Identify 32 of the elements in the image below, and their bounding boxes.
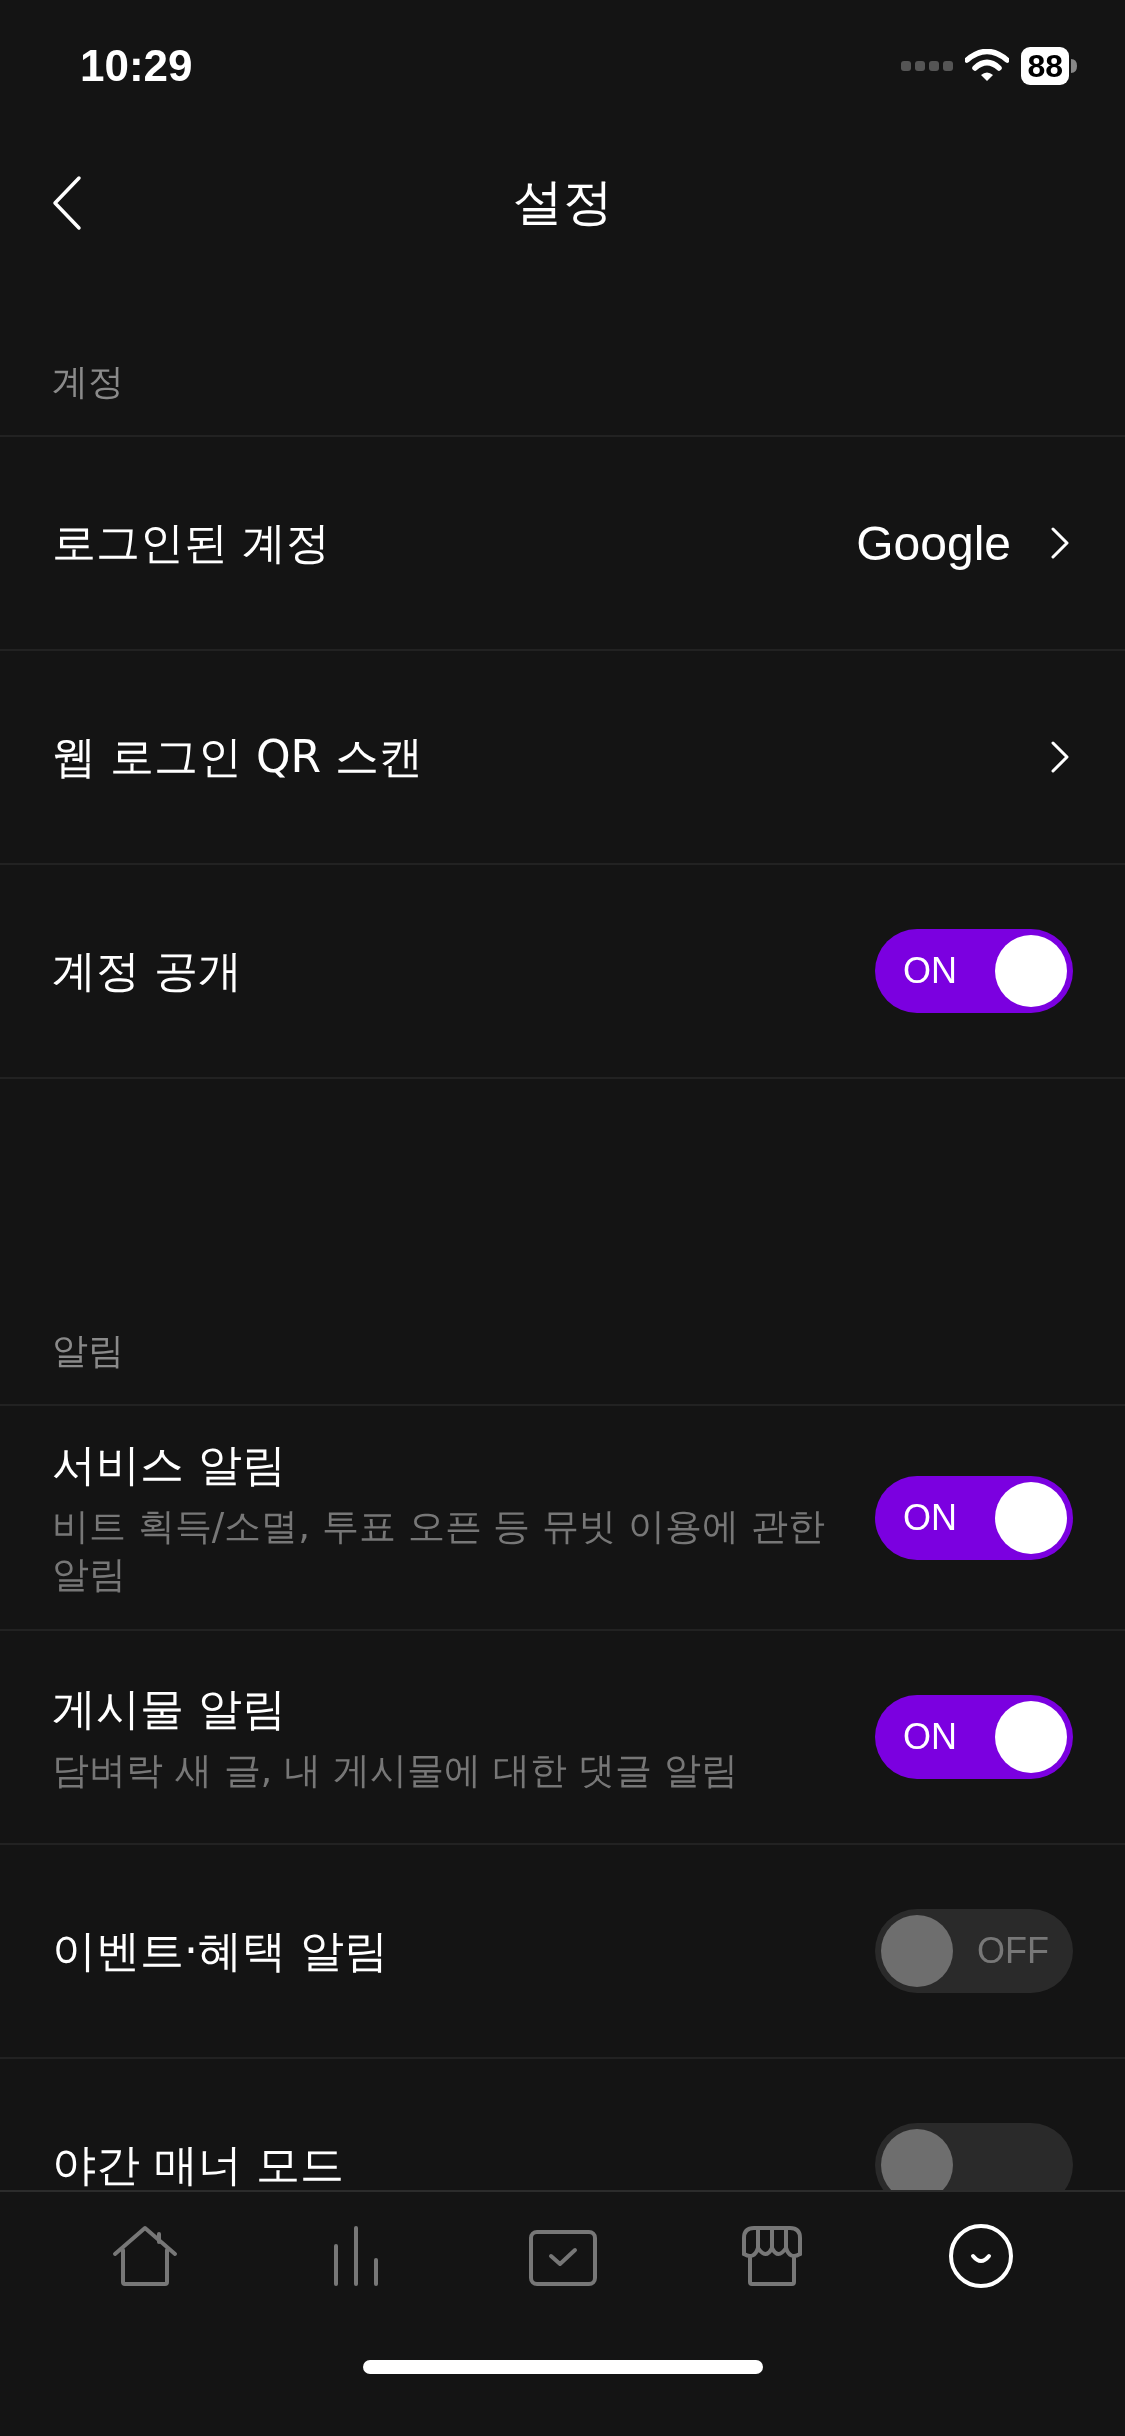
battery-tip-icon <box>1071 58 1077 73</box>
section-header: 알림 <box>52 1329 124 1373</box>
settings-row[interactable]: 계정 공개 ON <box>0 865 1125 1079</box>
settings-row[interactable]: 로그인된 계정 Google <box>0 437 1125 651</box>
chevron-right-icon <box>1051 741 1069 773</box>
row-description: 비트 획득/소멸, 투표 오픈 등 뮤빗 이용에 관한 알림 <box>52 1504 826 1599</box>
toggle-switch[interactable]: ON <box>875 929 1073 1013</box>
row-label: 로그인된 계정 <box>52 515 330 570</box>
toggle-switch[interactable]: ON <box>875 1475 1073 1560</box>
row-label: 웹 로그인 QR 스캔 <box>52 729 424 784</box>
row-label: 게시물 알림 <box>52 1681 287 1736</box>
page-title: 설정 <box>512 172 613 233</box>
status-time: 10:29 <box>80 40 193 91</box>
signal-icon <box>901 59 954 72</box>
settings-row[interactable]: 야간 매너 모드 <box>0 2059 1125 2190</box>
chevron-right-icon <box>1051 527 1069 559</box>
settings-row[interactable]: 웹 로그인 QR 스캔 <box>0 651 1125 865</box>
row-label: 이벤트·혜택 알림 <box>52 1923 388 1978</box>
toggle-switch[interactable] <box>875 2123 1073 2190</box>
wifi-icon <box>965 48 1010 83</box>
back-button[interactable] <box>52 174 82 231</box>
section-header: 계정 <box>52 360 124 404</box>
row-label: 야간 매너 모드 <box>52 2137 344 2190</box>
row-label: 계정 공개 <box>52 943 242 998</box>
settings-row[interactable]: 이벤트·혜택 알림 OFF <box>0 1845 1125 2060</box>
battery-level: 88 <box>1021 46 1069 85</box>
row-description: 담벼락 새 글, 내 게시물에 대한 댓글 알림 <box>52 1747 739 1794</box>
settings-row[interactable]: 게시물 알림 담벼락 새 글, 내 게시물에 대한 댓글 알림 ON <box>0 1631 1125 1846</box>
row-label: 서비스 알림 <box>52 1438 287 1492</box>
toggle-switch[interactable]: ON <box>875 1695 1073 1780</box>
row-value: Google <box>856 515 1011 571</box>
settings-row[interactable]: 서비스 알림 비트 획득/소멸, 투표 오픈 등 뮤빗 이용에 관한 알림 ON <box>0 1406 1125 1632</box>
